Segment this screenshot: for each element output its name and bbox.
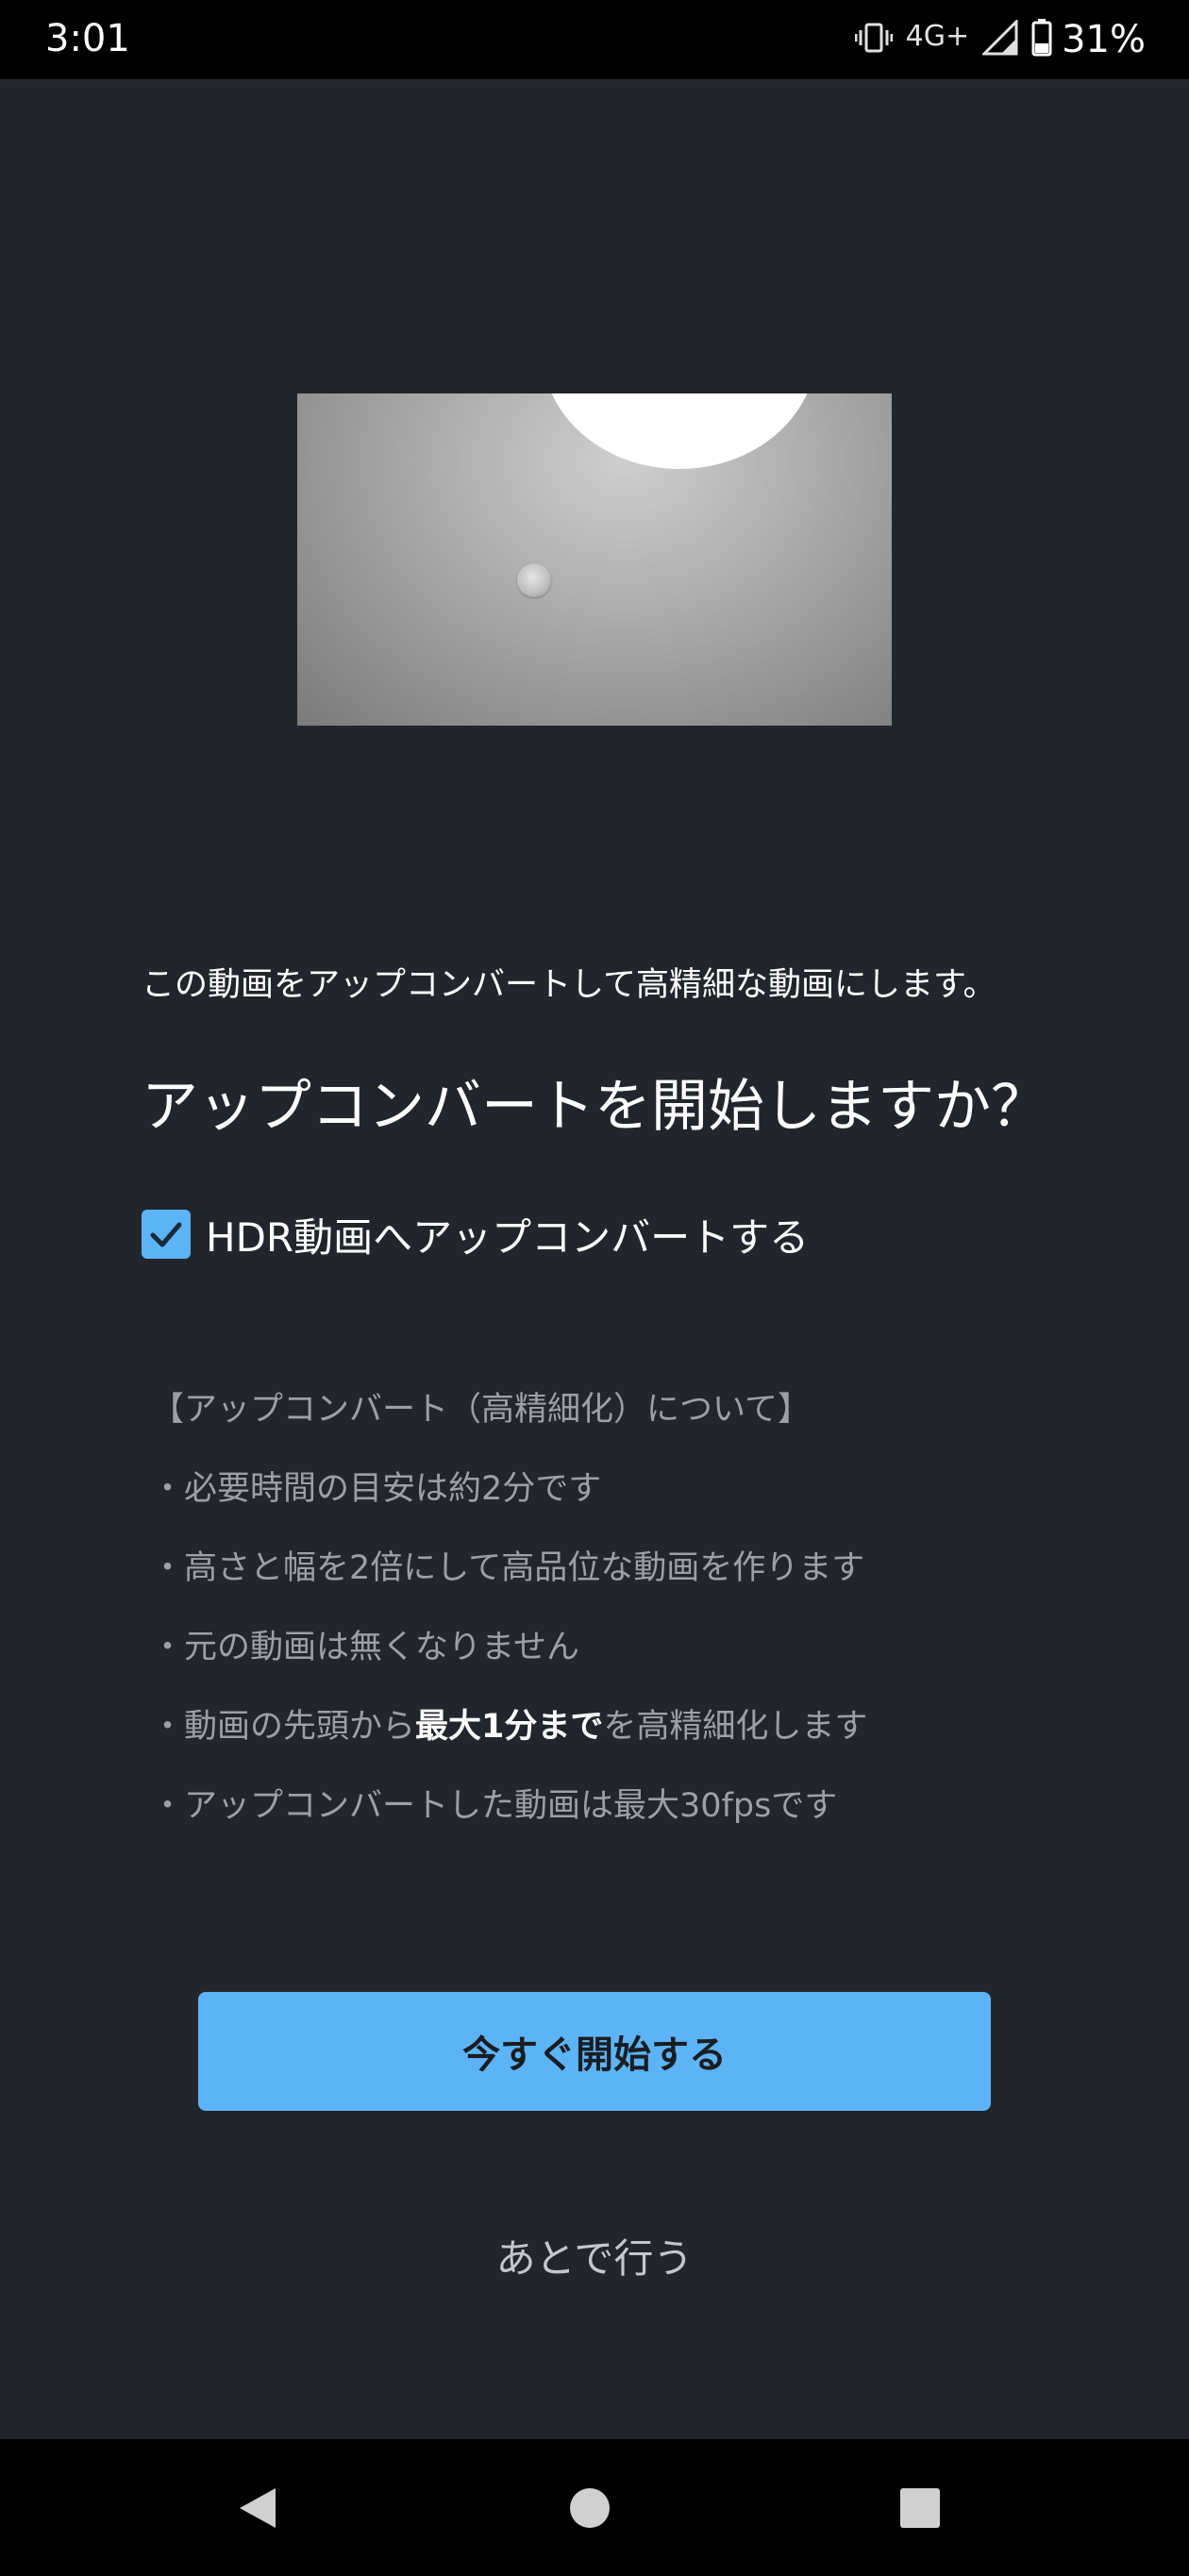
later-button[interactable]: あとで行う (406, 2217, 783, 2293)
hdr-checkbox[interactable] (142, 1210, 191, 1259)
hdr-checkbox-row[interactable]: HDR動画へアップコンバートする (142, 1208, 809, 1261)
start-now-button[interactable]: 今すぐ開始する (198, 1992, 991, 2111)
info-item-fps: ・アップコンバートした動画は最大30fpsです (151, 1787, 838, 1825)
info-item-resolution: ・高さと幅を2倍にして高品位な動画を作ります (151, 1549, 865, 1587)
back-icon (240, 2487, 276, 2528)
info-heading: 【アップコンバート（高精細化）について】 (151, 1391, 811, 1429)
checkmark-icon (150, 1222, 182, 1247)
navigation-bar (0, 2439, 1189, 2576)
video-thumbnail (297, 393, 892, 726)
info-item-time: ・必要時間の目安は約2分です (151, 1470, 602, 1508)
ceiling-light (543, 393, 816, 469)
battery-icon (1031, 19, 1052, 60)
hdr-checkbox-label: HDR動画へアップコンバートする (206, 1213, 810, 1261)
vibrate-icon (854, 19, 894, 60)
upconvert-screen: 3:01 4G+ 31% この動画をアップコンバートして高精細な動画にします。 … (0, 0, 1189, 2576)
info-item-original: ・元の動画は無くなりません (151, 1629, 579, 1666)
status-time: 3:01 (45, 17, 130, 60)
network-label: 4G+ (905, 19, 970, 53)
back-button[interactable] (192, 2439, 324, 2576)
status-bar: 3:01 4G+ 31% (0, 0, 1189, 79)
home-icon (570, 2487, 610, 2528)
info-item-duration-post: を高精細化します (603, 1708, 868, 1746)
upconvert-info: 【アップコンバート（高精細化）について】 ・必要時間の目安は約2分です ・高さと… (151, 1387, 1095, 1863)
description-text: この動画をアップコンバートして高精細な動画にします。 (142, 966, 996, 1004)
home-button[interactable] (524, 2439, 656, 2576)
info-item-duration-pre: ・動画の先頭から (151, 1708, 416, 1746)
recents-icon (900, 2487, 940, 2528)
battery-percentage: 31% (1062, 18, 1146, 61)
signal-icon (980, 18, 1018, 59)
smoke-detector (517, 563, 551, 597)
info-item-duration-bold: 最大1分まで (415, 1708, 604, 1746)
info-item-duration: ・動画の先頭から最大1分までを高精細化します (151, 1704, 1095, 1783)
question-heading: アップコンバートを開始しますか？ (142, 1074, 1047, 1140)
status-icons: 4G+ 31% (842, 17, 1146, 62)
recents-button[interactable] (854, 2439, 986, 2576)
